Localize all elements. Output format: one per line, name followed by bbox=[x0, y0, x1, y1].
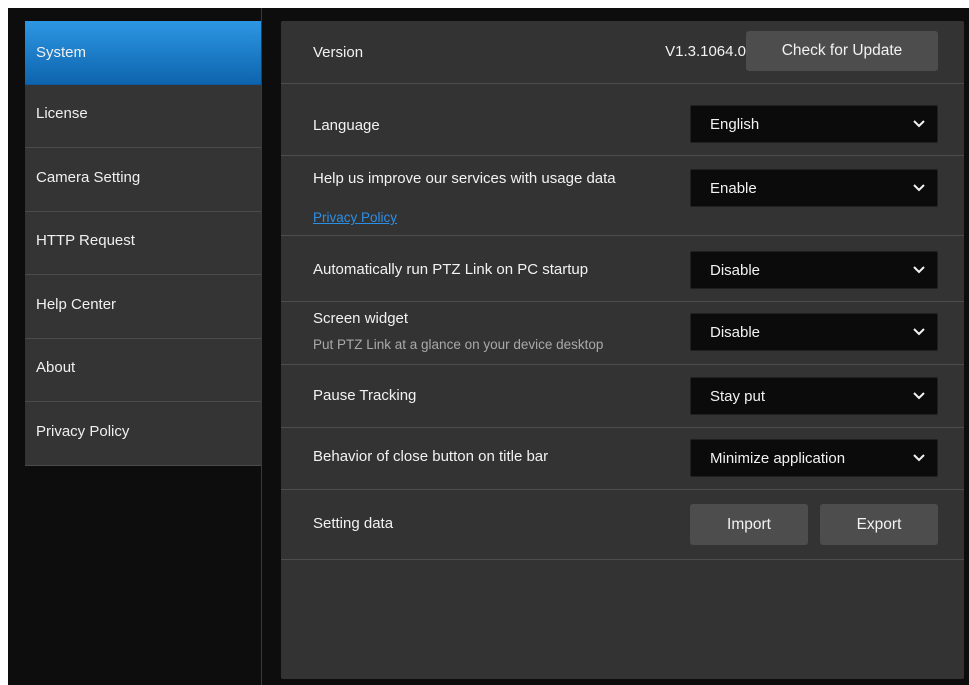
sidebar: System License Camera Setting HTTP Reque… bbox=[25, 21, 262, 685]
autorun-select[interactable]: Disable bbox=[690, 251, 938, 289]
pause-tracking-label: Pause Tracking bbox=[313, 387, 417, 404]
sidebar-item-label: System bbox=[36, 43, 87, 61]
usage-data-row: Help us improve our services with usage … bbox=[281, 156, 964, 236]
usage-data-label: Help us improve our services with usage … bbox=[313, 170, 616, 187]
check-for-update-button[interactable]: Check for Update bbox=[746, 31, 938, 71]
setting-data-label: Setting data bbox=[313, 515, 394, 532]
sidebar-item-label: HTTP Request bbox=[36, 232, 135, 250]
sidebar-item-license[interactable]: License bbox=[25, 85, 262, 148]
import-label: Import bbox=[727, 515, 771, 533]
sidebar-item-camera-setting[interactable]: Camera Setting bbox=[25, 148, 262, 212]
chevron-down-icon bbox=[913, 454, 925, 462]
sidebar-item-about[interactable]: About bbox=[25, 339, 262, 402]
screen-widget-selected-value: Disable bbox=[710, 323, 761, 341]
check-for-update-label: Check for Update bbox=[781, 42, 903, 59]
export-label: Export bbox=[856, 515, 902, 533]
settings-panel: Version V1.3.1064.0 Check for Update Lan… bbox=[281, 21, 964, 679]
sidebar-item-privacy-policy[interactable]: Privacy Policy bbox=[25, 402, 262, 466]
import-button[interactable]: Import bbox=[690, 504, 808, 545]
settings-window: System License Camera Setting HTTP Reque… bbox=[8, 8, 969, 685]
sidebar-item-system[interactable]: System bbox=[25, 21, 262, 85]
autorun-row: Automatically run PTZ Link on PC startup… bbox=[281, 236, 964, 302]
screen-widget-sublabel: Put PTZ Link at a glance on your device … bbox=[313, 337, 604, 352]
autorun-label: Automatically run PTZ Link on PC startup bbox=[313, 261, 589, 278]
chevron-down-icon bbox=[913, 266, 925, 274]
chevron-down-icon bbox=[913, 392, 925, 400]
sidebar-item-help-center[interactable]: Help Center bbox=[25, 275, 262, 339]
screen-widget-row: Screen widget Put PTZ Link at a glance o… bbox=[281, 302, 964, 365]
language-select[interactable]: English bbox=[690, 105, 938, 143]
sidebar-item-label: Help Center bbox=[36, 295, 117, 313]
sidebar-item-label: License bbox=[36, 105, 88, 123]
pause-tracking-selected-value: Stay put bbox=[710, 387, 766, 405]
usage-data-selected-value: Enable bbox=[710, 179, 757, 197]
close-behavior-row: Behavior of close button on title bar Mi… bbox=[281, 428, 964, 490]
close-behavior-select[interactable]: Minimize application bbox=[690, 439, 938, 477]
sidebar-item-http-request[interactable]: HTTP Request bbox=[25, 212, 262, 275]
screen-widget-select[interactable]: Disable bbox=[690, 313, 938, 351]
setting-data-row: Setting data Import Export bbox=[281, 490, 964, 560]
version-label: Version bbox=[313, 44, 364, 61]
chevron-down-icon bbox=[913, 120, 925, 128]
screen-widget-label: Screen widget bbox=[313, 310, 409, 327]
close-behavior-selected-value: Minimize application bbox=[710, 449, 846, 467]
language-label: Language bbox=[313, 117, 380, 134]
chevron-down-icon bbox=[913, 328, 925, 336]
language-row: Language English bbox=[281, 84, 964, 156]
usage-data-select[interactable]: Enable bbox=[690, 169, 938, 207]
version-row: Version V1.3.1064.0 Check for Update bbox=[281, 21, 964, 84]
privacy-policy-link[interactable]: Privacy Policy bbox=[313, 210, 397, 225]
sidebar-item-label: About bbox=[36, 359, 76, 377]
sidebar-nav: System License Camera Setting HTTP Reque… bbox=[25, 21, 262, 466]
version-value: V1.3.1064.0 bbox=[665, 43, 746, 60]
export-button[interactable]: Export bbox=[820, 504, 938, 545]
sidebar-item-label: Privacy Policy bbox=[36, 422, 130, 440]
autorun-selected-value: Disable bbox=[710, 261, 761, 279]
pause-tracking-select[interactable]: Stay put bbox=[690, 377, 938, 415]
close-behavior-label: Behavior of close button on title bar bbox=[313, 448, 549, 465]
sidebar-item-label: Camera Setting bbox=[36, 168, 141, 186]
language-selected-value: English bbox=[710, 115, 760, 133]
chevron-down-icon bbox=[913, 184, 925, 192]
pause-tracking-row: Pause Tracking Stay put bbox=[281, 365, 964, 428]
sidebar-divider bbox=[261, 8, 262, 685]
